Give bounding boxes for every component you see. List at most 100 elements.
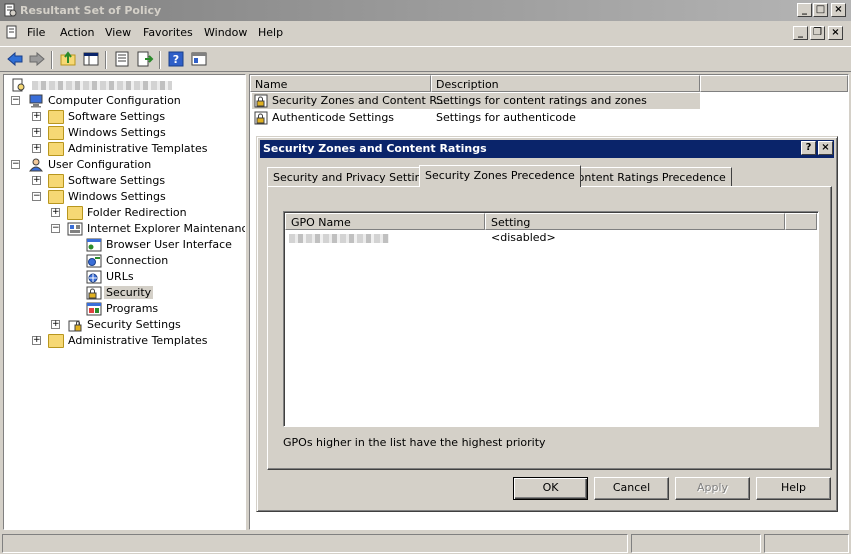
rsop-app-icon [4, 3, 17, 17]
tree-cc-windows-settings[interactable]: + Windows Settings [8, 125, 238, 141]
console-window-icon[interactable] [190, 50, 208, 68]
tab-content-ratings-precedence[interactable]: Content Ratings Precedence [564, 167, 732, 187]
tab-security-and-privacy-settings[interactable]: Security and Privacy Settings [267, 167, 441, 187]
expand-icon[interactable]: + [32, 144, 41, 153]
list-row[interactable]: Security Zones and Content R... Settings… [252, 93, 700, 109]
tree-security-settings[interactable]: + Security Settings [8, 317, 238, 333]
menu-favorites[interactable]: Favorites [143, 26, 193, 39]
dialog-close-button[interactable]: × [818, 141, 833, 155]
tree-cc-administrative-templates[interactable]: + Administrative Templates [8, 141, 238, 157]
column-header-setting[interactable]: Setting [485, 213, 785, 230]
dialog-help-button[interactable]: ? [801, 141, 816, 155]
tree-label: Windows Settings [68, 190, 166, 203]
back-arrow-icon[interactable] [6, 50, 24, 68]
collapse-icon[interactable]: − [11, 96, 20, 105]
export-list-icon[interactable] [136, 50, 154, 68]
expand-icon[interactable]: + [32, 112, 41, 121]
dialog-title: Security Zones and Content Ratings [263, 142, 487, 155]
help-button[interactable]: Help [756, 477, 831, 500]
list-row-name: Security Zones and Content R... [272, 94, 448, 107]
computer-icon [29, 94, 43, 108]
security-zones-dialog: Security Zones and Content Ratings ? × S… [256, 136, 838, 512]
forward-arrow-icon[interactable] [28, 50, 46, 68]
tree-label: Windows Settings [68, 126, 166, 139]
mdi-minimize-button[interactable]: _ [793, 26, 808, 40]
properties-icon[interactable] [113, 50, 131, 68]
tree-uc-software-settings[interactable]: + Software Settings [8, 173, 238, 189]
folder-icon [48, 142, 64, 156]
list-row[interactable]: Authenticode Settings Settings for authe… [252, 110, 700, 126]
list-row-description: Settings for authenticode [436, 111, 576, 124]
collapse-icon[interactable]: − [51, 224, 60, 233]
help-icon[interactable]: ? [167, 50, 185, 68]
tab-security-zones-precedence[interactable]: Security Zones Precedence [419, 165, 581, 187]
collapse-icon[interactable]: − [32, 192, 41, 201]
tree-connection[interactable]: Connection [8, 253, 238, 269]
list-row-description: Settings for content ratings and zones [436, 94, 647, 107]
show-hide-tree-icon[interactable] [82, 50, 100, 68]
tree-label: URLs [106, 270, 134, 283]
tree-urls[interactable]: URLs [8, 269, 238, 285]
tree-root[interactable] [8, 77, 238, 93]
folder-icon [48, 110, 64, 124]
mdi-restore-button[interactable]: ❐ [810, 26, 825, 40]
user-icon [28, 158, 44, 172]
collapse-icon[interactable]: − [11, 160, 20, 169]
gpo-setting: <disabled> [491, 231, 556, 244]
menu-view[interactable]: View [105, 26, 131, 39]
tree-label: Connection [106, 254, 169, 267]
tree-security[interactable]: Security [8, 285, 238, 301]
toolbar-separator [105, 51, 107, 69]
mdi-close-button[interactable]: × [828, 26, 843, 40]
tree-label: Browser User Interface [106, 238, 232, 251]
tree-programs[interactable]: Programs [8, 301, 238, 317]
folder-icon [48, 126, 64, 140]
tree-computer-configuration[interactable]: − Computer Configuration [8, 93, 238, 109]
up-folder-icon[interactable] [59, 50, 77, 68]
tree-label: Software Settings [68, 174, 166, 187]
minimize-button[interactable]: _ [797, 3, 812, 17]
column-header-description[interactable]: Description [431, 75, 700, 92]
expand-icon[interactable]: + [32, 336, 41, 345]
column-header-name[interactable]: Name [250, 75, 431, 92]
menu-help[interactable]: Help [258, 26, 283, 39]
authenticode-icon [254, 111, 268, 125]
tree-label: Folder Redirection [87, 206, 187, 219]
close-button[interactable]: × [831, 3, 846, 17]
toolbar-separator [51, 51, 53, 69]
expand-icon[interactable]: + [32, 176, 41, 185]
column-header-filler [700, 75, 848, 92]
window-title: Resultant Set of Policy [20, 4, 162, 17]
tree-cc-software-settings[interactable]: + Software Settings [8, 109, 238, 125]
cancel-button[interactable]: Cancel [594, 477, 669, 500]
status-panel-main [2, 534, 628, 553]
folder-icon [48, 190, 64, 204]
menu-file[interactable]: File [27, 26, 45, 39]
gpo-row[interactable]: <disabled> [285, 230, 817, 246]
menu-action[interactable]: Action [60, 26, 94, 39]
tree-uc-administrative-templates[interactable]: + Administrative Templates [8, 333, 238, 349]
expand-icon[interactable]: + [51, 320, 60, 329]
ok-button[interactable]: OK [513, 477, 588, 500]
tree-label: User Configuration [48, 158, 152, 171]
toolbar: ? [0, 46, 851, 72]
document-icon[interactable] [5, 25, 19, 39]
tab-panel: GPO Name Setting <disabled> GPOs higher … [267, 186, 832, 470]
tree-browser-user-interface[interactable]: Browser User Interface [8, 237, 238, 253]
expand-icon[interactable]: + [32, 128, 41, 137]
tree-user-configuration[interactable]: − User Configuration [8, 157, 238, 173]
menu-bar: File Action View Favorites Window Help [0, 21, 851, 45]
tree-folder-redirection[interactable]: + Folder Redirection [8, 205, 238, 221]
tree-label: Computer Configuration [48, 94, 181, 107]
tree-label: Internet Explorer Maintenance [87, 222, 246, 235]
column-header-gpo-name[interactable]: GPO Name [285, 213, 485, 230]
tree-label: Administrative Templates [68, 334, 208, 347]
toolbar-separator [159, 51, 161, 69]
menu-window[interactable]: Window [204, 26, 247, 39]
gpo-precedence-list[interactable]: GPO Name Setting <disabled> [283, 211, 819, 427]
tree-internet-explorer-maintenance[interactable]: − Internet Explorer Maintenance [8, 221, 246, 237]
apply-button[interactable]: Apply [675, 477, 750, 500]
expand-icon[interactable]: + [51, 208, 60, 217]
tree-uc-windows-settings[interactable]: − Windows Settings [8, 189, 238, 205]
maximize-button[interactable]: □ [813, 3, 828, 17]
